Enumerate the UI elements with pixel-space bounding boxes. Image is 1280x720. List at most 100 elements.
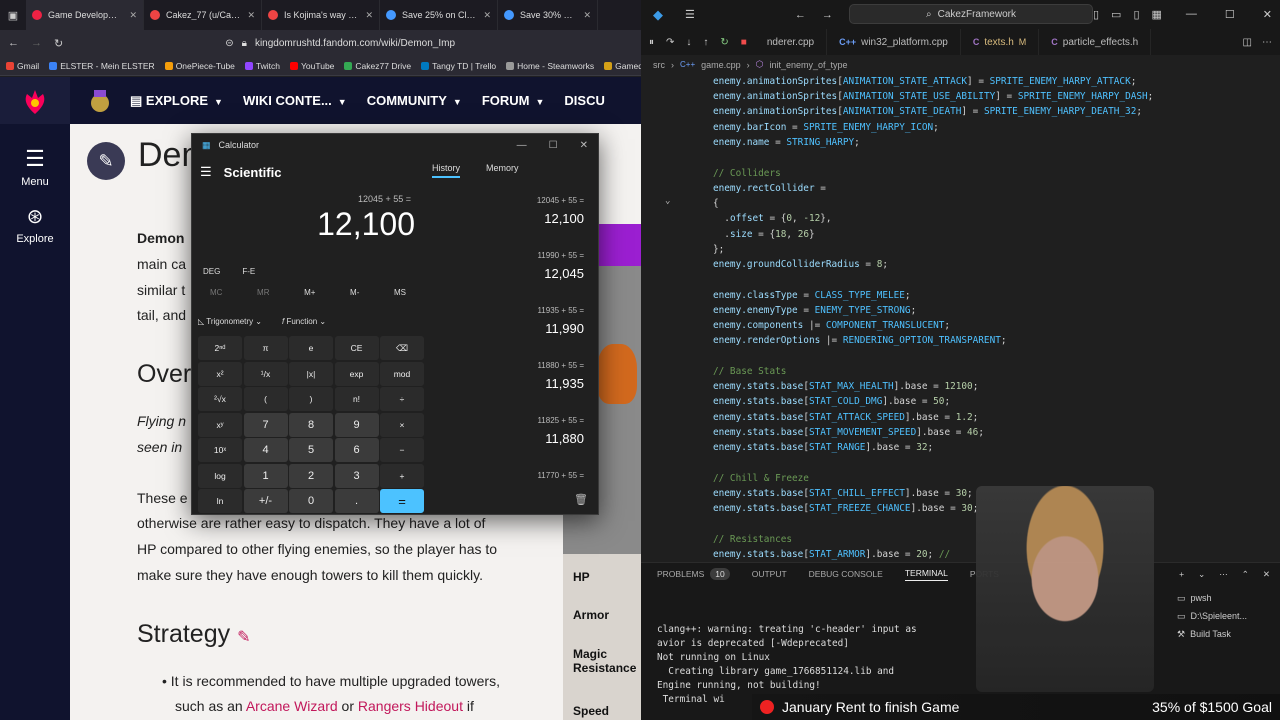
editor-tab[interactable]: Cparticle_effects.h — [1039, 29, 1152, 55]
key-seven-button[interactable]: 7 — [243, 412, 288, 437]
key-clear-entry-button[interactable]: CE — [334, 336, 379, 360]
key-zero-button[interactable]: 0 — [289, 489, 333, 513]
hamburger-icon[interactable]: ☰ — [200, 164, 212, 180]
key-negate-button[interactable]: +/- — [243, 489, 288, 513]
key-one-button[interactable]: 1 — [243, 463, 288, 488]
key-minus-button[interactable]: − — [380, 438, 424, 462]
bookmark[interactable]: Tangy TD | Trello — [421, 61, 496, 71]
browser-tab[interactable]: Is Kojima's way of play ✕ — [262, 0, 380, 30]
add-terminal-icon[interactable]: + — [1179, 569, 1184, 580]
wiki-logo[interactable] — [70, 86, 130, 116]
close-icon[interactable]: ✕ — [580, 140, 588, 151]
key-three-button[interactable]: 3 — [334, 463, 379, 488]
history-item[interactable]: 11880 + 55 = 11,935 — [432, 359, 592, 414]
browser-tab[interactable]: Save 30% on A Game A ✕ — [498, 0, 598, 30]
bookmark[interactable]: Gamedev — [604, 61, 641, 71]
bookmark[interactable]: Cakez77 Drive — [344, 61, 411, 71]
chevron-down-icon[interactable]: ⌄ — [1198, 569, 1205, 580]
close-tab-icon[interactable]: ✕ — [365, 10, 373, 21]
editor-tab[interactable]: Ctexts.h M — [961, 29, 1040, 55]
fold-chevron-icon[interactable]: ⌄ — [665, 196, 670, 206]
key-decimal-button[interactable]: . — [334, 489, 379, 513]
m-minus-button[interactable]: M- — [350, 288, 359, 297]
code-editor[interactable]: ⌄ enemy.animationSprites[ANIMATION_STATE… — [641, 74, 1280, 560]
terminal-entry[interactable]: ▭ D:\Spieleent... — [1177, 607, 1272, 625]
key-nine-button[interactable]: 9 — [334, 412, 379, 437]
tab-list-icon[interactable]: ▣ — [0, 0, 26, 30]
breadcrumb-item[interactable]: init_enemy_of_type — [770, 60, 848, 70]
close-tab-icon[interactable]: ✕ — [583, 10, 591, 21]
forward-icon[interactable]: → — [31, 37, 42, 49]
explore-button[interactable]: ⊛ Explore — [0, 204, 70, 245]
terminal-entry[interactable]: ▭ pwsh — [1177, 589, 1272, 607]
browser-tab[interactable]: Game Development as ✕ — [26, 0, 144, 30]
menu-icon[interactable]: ☰ — [685, 8, 695, 21]
rangers-hideout-link[interactable]: Rangers Hideout — [358, 698, 463, 714]
close-icon[interactable]: ✕ — [1263, 8, 1272, 21]
history-item[interactable]: 11825 + 55 = 11,880 — [432, 414, 592, 469]
key-equals-button[interactable]: = — [380, 489, 424, 513]
key-square-button[interactable]: x² — [198, 361, 242, 386]
key-four-button[interactable]: 4 — [243, 438, 288, 462]
key-ln-button[interactable]: ln — [198, 489, 242, 513]
key-multiply-button[interactable]: × — [380, 412, 424, 437]
toggle-sidebar-icon[interactable]: ▯ — [1093, 8, 1099, 21]
close-tab-icon[interactable]: ✕ — [247, 10, 255, 21]
key-open-paren-button[interactable]: ( — [243, 387, 288, 411]
key-power-button[interactable]: xʸ — [198, 412, 242, 437]
stop-icon[interactable]: ■ — [741, 37, 747, 48]
key-six-button[interactable]: 6 — [334, 438, 379, 462]
menu-button[interactable]: ☰ Menu — [0, 146, 70, 188]
more-actions-icon[interactable]: ⋯ — [1262, 37, 1272, 48]
ms-button[interactable]: MS — [394, 288, 406, 297]
back-icon[interactable]: ← — [795, 9, 806, 21]
key-pi-button[interactable]: π — [243, 336, 288, 360]
nav-forum[interactable]: FORUM ▼ — [482, 93, 545, 108]
site-info-icon[interactable]: ⊝ — [225, 38, 233, 49]
toggle-secondary-sidebar-icon[interactable]: ▯ — [1133, 8, 1139, 21]
history-item[interactable]: 11990 + 55 = 12,045 — [432, 249, 592, 304]
fandom-logo[interactable] — [0, 77, 70, 124]
tab-output[interactable]: OUTPUT — [752, 569, 787, 579]
key-reciprocal-button[interactable]: ¹/x — [243, 361, 288, 386]
command-center-search[interactable]: ⌕ CakezFramework — [849, 4, 1093, 24]
edit-section-icon[interactable]: ✎ — [237, 629, 250, 646]
key-close-paren-button[interactable]: ) — [289, 387, 333, 411]
pause-icon[interactable]: ⏸ — [649, 37, 654, 48]
maximize-icon[interactable]: ☐ — [1225, 8, 1235, 21]
mc-button[interactable]: MC — [210, 288, 222, 297]
key-log-button[interactable]: log — [198, 463, 242, 488]
key-mod-button[interactable]: mod — [380, 361, 424, 386]
step-over-icon[interactable]: ↷ — [666, 37, 674, 48]
editor-tab[interactable]: C++ win32_platform.cpp — [827, 29, 961, 55]
key-factorial-button[interactable]: n! — [334, 387, 379, 411]
close-panel-icon[interactable]: ✕ — [1263, 569, 1270, 580]
key-sqrt-button[interactable]: ²√x — [198, 387, 242, 411]
trash-icon[interactable]: 🗑︎ — [574, 493, 588, 506]
browser-tab[interactable]: Cakez_77 (u/Cakez_77) ✕ — [144, 0, 262, 30]
tab-history[interactable]: History — [432, 163, 461, 178]
key-eight-button[interactable]: 8 — [289, 412, 333, 437]
bookmark[interactable]: YouTube — [290, 61, 334, 71]
tab-terminal[interactable]: TERMINAL — [904, 568, 948, 581]
key-divide-button[interactable]: ÷ — [380, 387, 424, 411]
toggle-panel-icon[interactable]: ▭ — [1111, 8, 1121, 21]
nav-community[interactable]: COMMUNITY ▼ — [367, 93, 462, 108]
layout-icon[interactable]: ▦ — [1152, 8, 1162, 21]
maximize-panel-icon[interactable]: ⌃ — [1242, 569, 1249, 580]
key-two-button[interactable]: 2 — [289, 463, 333, 488]
step-into-icon[interactable]: ↓ — [686, 37, 691, 48]
maximize-icon[interactable]: ☐ — [549, 140, 558, 151]
bookmark[interactable]: OnePiece-Tube — [164, 61, 235, 71]
bookmark[interactable]: Home - Steamworks — [506, 61, 594, 71]
key-e-button[interactable]: e — [289, 336, 333, 360]
terminal-entry[interactable]: ⚒ Build Task — [1177, 625, 1272, 643]
more-actions-icon[interactable]: ⋯ — [1219, 569, 1228, 580]
history-item[interactable]: 11935 + 55 = 11,990 — [432, 304, 592, 359]
nav-wiki-content[interactable]: WIKI CONTE... ▼ — [243, 93, 347, 108]
bookmark[interactable]: Gmail — [6, 61, 39, 71]
split-editor-icon[interactable]: ◫ — [1243, 37, 1252, 48]
key-second-button[interactable]: 2ⁿᵈ — [198, 336, 242, 360]
nav-discussions[interactable]: DISCU — [564, 93, 604, 108]
m-plus-button[interactable]: M+ — [304, 288, 315, 297]
